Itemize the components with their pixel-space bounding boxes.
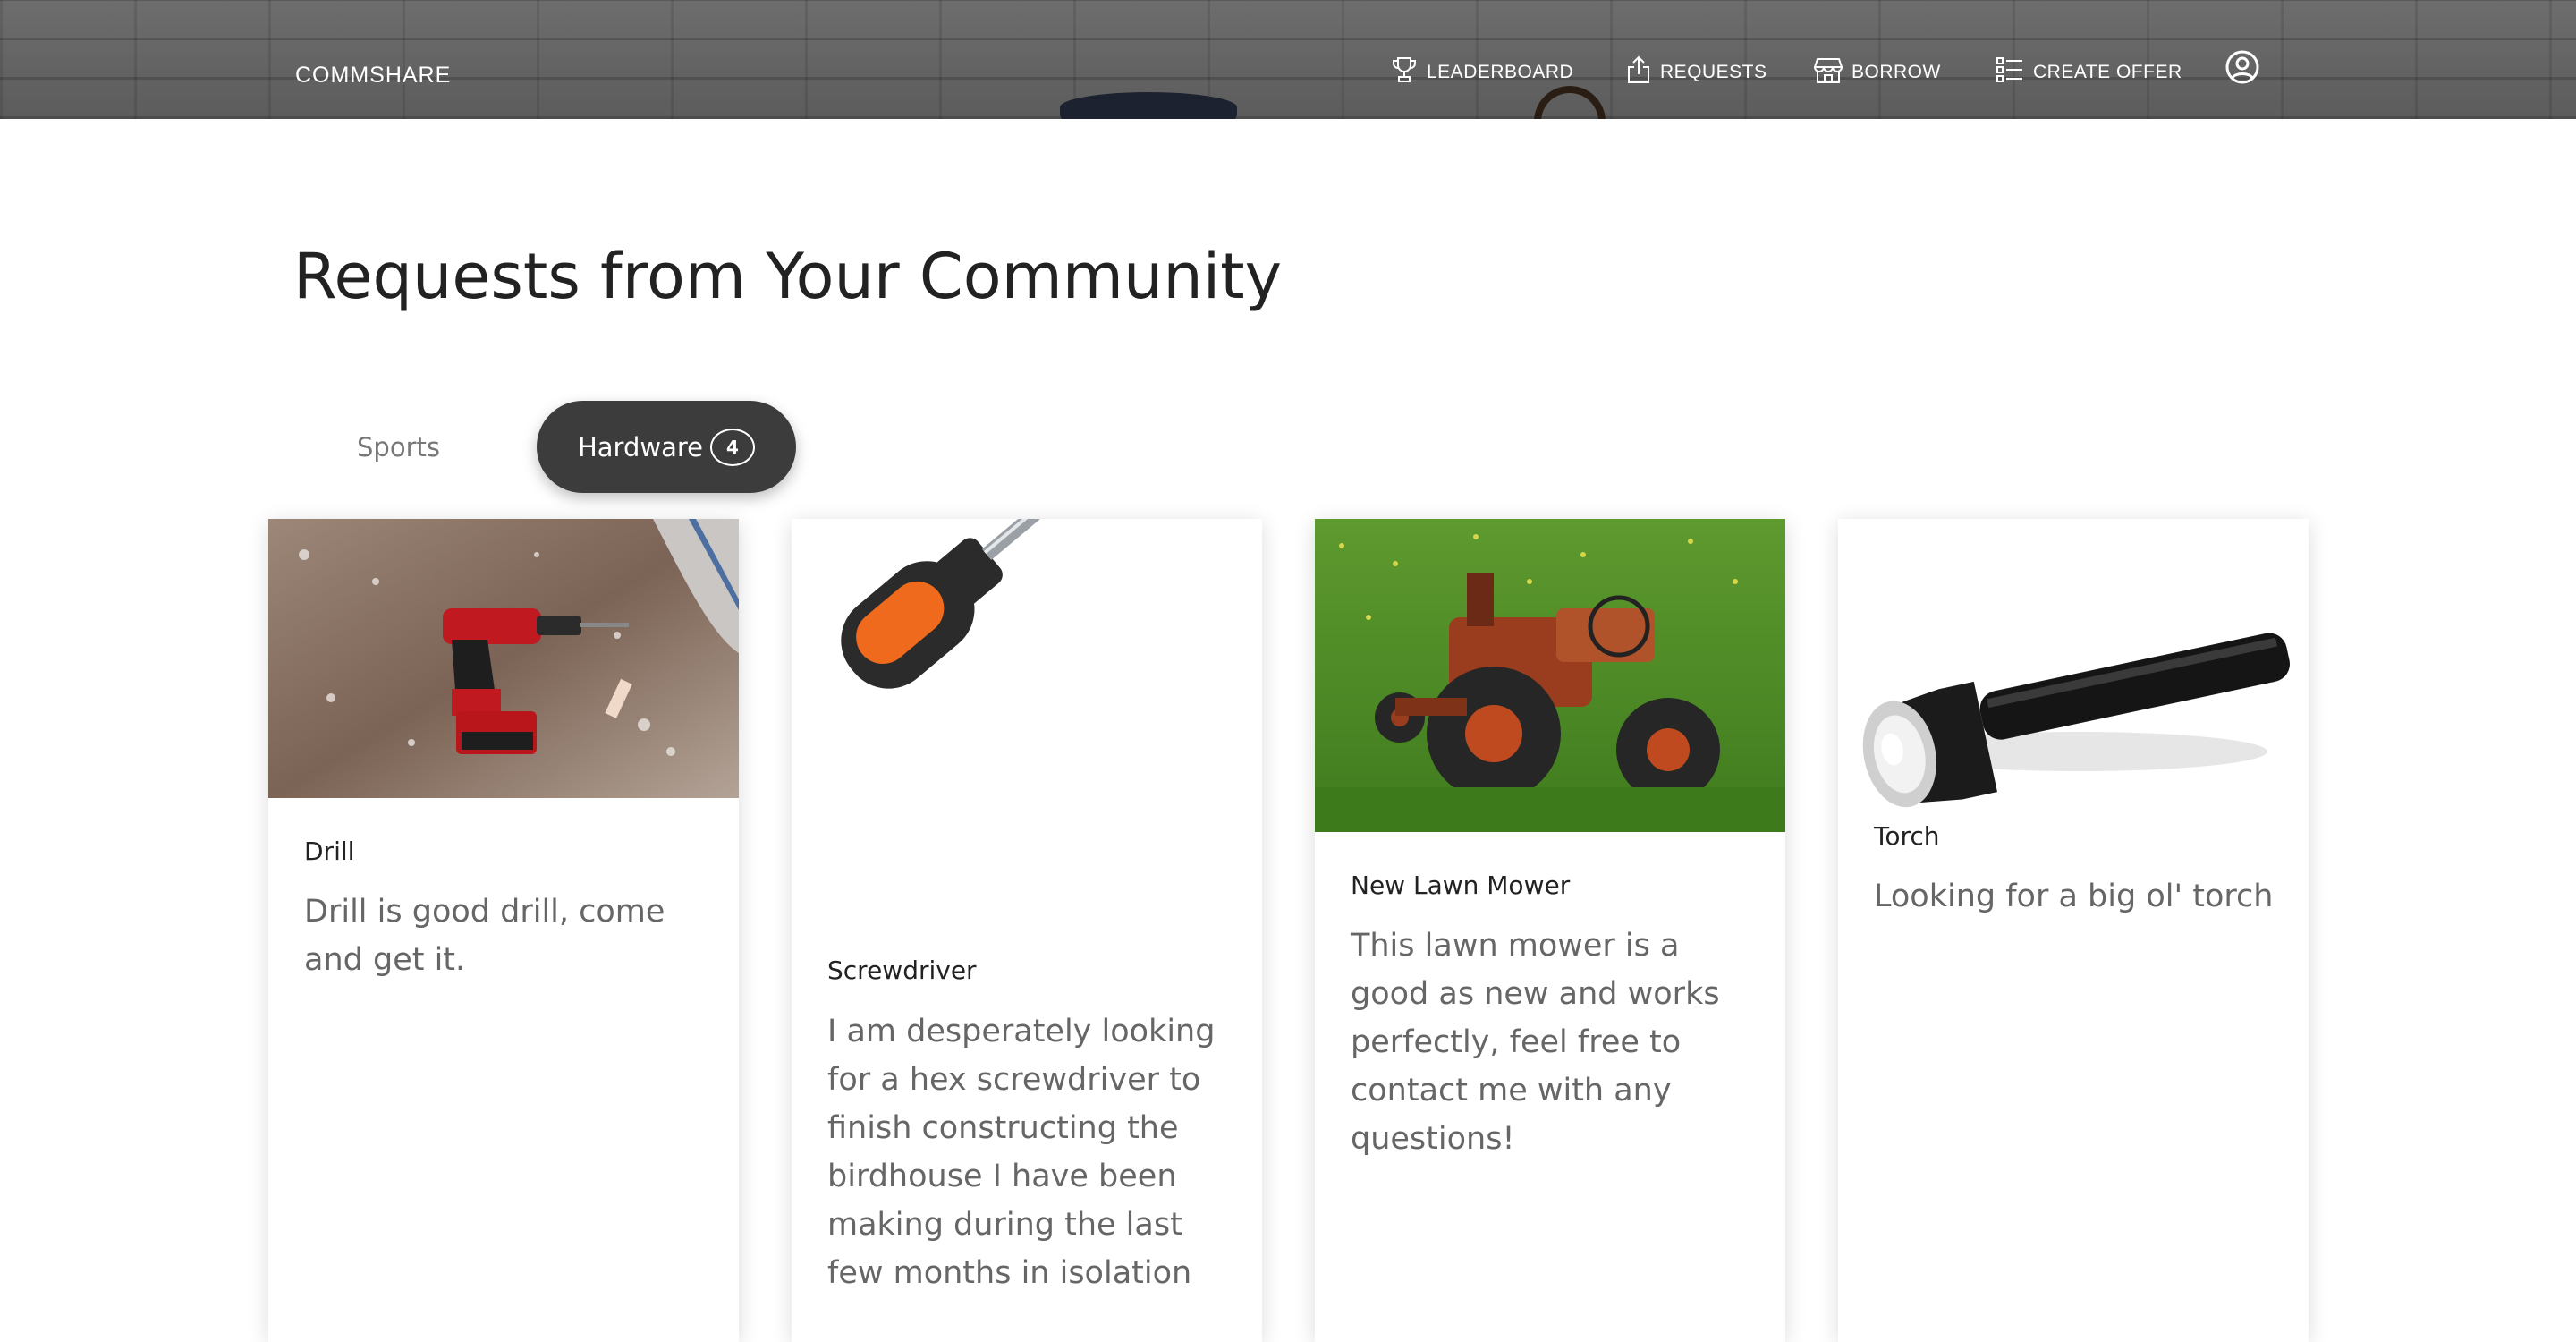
request-card-screwdriver[interactable]: Screwdriver I am desperately looking for… xyxy=(792,519,1262,1342)
nav-leaderboard-label: LEADERBOARD xyxy=(1427,62,1574,82)
nav-borrow-label: BORROW xyxy=(1852,62,1941,82)
list-icon xyxy=(1996,55,2033,89)
nav-create-offer[interactable]: CREATE OFFER xyxy=(1996,55,2219,89)
trophy-icon xyxy=(1391,55,1427,89)
share-icon xyxy=(1626,55,1660,89)
store-icon xyxy=(1813,55,1852,89)
header-background-bike-handle xyxy=(1534,86,1606,119)
nav-requests[interactable]: REQUESTS xyxy=(1626,55,1814,89)
card-title: Screwdriver xyxy=(827,956,977,985)
nav-leaderboard[interactable]: LEADERBOARD xyxy=(1391,55,1626,89)
tab-sports[interactable]: Sports xyxy=(320,401,477,493)
tab-hardware[interactable]: Hardware 4 xyxy=(537,401,796,493)
brand-logo[interactable]: COMMSHARE xyxy=(295,63,451,89)
user-circle-icon[interactable] xyxy=(2225,50,2259,84)
card-description: Drill is good drill, come and get it. xyxy=(304,894,665,978)
card-title: Torch xyxy=(1874,821,1940,851)
tab-count-badge: 4 xyxy=(710,428,755,466)
request-card-torch[interactable]: Torch Looking for a big ol' torch xyxy=(1838,519,2309,1342)
card-title: New Lawn Mower xyxy=(1351,871,1571,900)
tab-hardware-label: Hardware xyxy=(577,431,703,463)
tractor-image xyxy=(1315,519,1785,832)
header-bar: COMMSHARE LEADERBOARD REQUESTS BORROW CR… xyxy=(0,0,2576,119)
tab-sports-label: Sports xyxy=(357,431,440,463)
card-description: I am desperately looking for a hex screw… xyxy=(827,1014,1216,1291)
request-card-drill[interactable]: Drill Drill is good drill, come and get … xyxy=(268,519,739,1342)
header-background-bike-seat xyxy=(1060,92,1237,119)
page-title: Requests from Your Community xyxy=(293,240,1283,313)
nav-borrow[interactable]: BORROW xyxy=(1813,55,1996,89)
nav-requests-label: REQUESTS xyxy=(1660,62,1767,82)
card-description: Looking for a big ol' torch xyxy=(1874,879,2274,914)
nav-create-offer-label: CREATE OFFER xyxy=(2033,62,2182,82)
card-title: Drill xyxy=(304,837,355,866)
screwdriver-image xyxy=(792,519,1262,939)
card-description: This lawn mower is a good as new and wor… xyxy=(1351,928,1720,1157)
request-card-lawn-mower[interactable]: New Lawn Mower This lawn mower is a good… xyxy=(1315,519,1785,1342)
torch-image xyxy=(1838,519,2309,814)
main-nav: LEADERBOARD REQUESTS BORROW CREATE OFFER xyxy=(1391,55,2219,89)
drill-image xyxy=(268,519,739,798)
